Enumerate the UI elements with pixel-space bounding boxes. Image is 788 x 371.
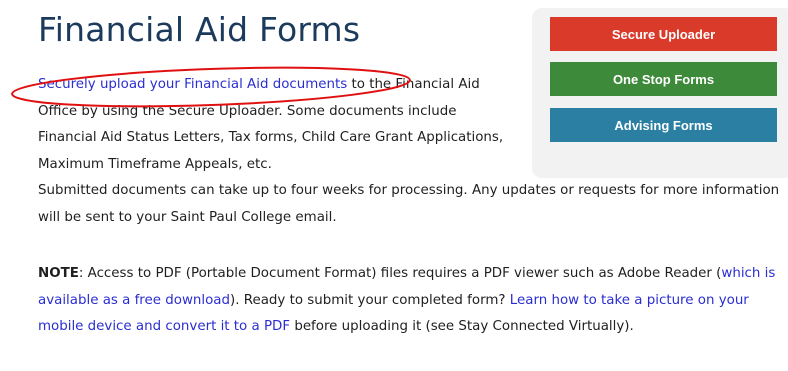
processing-text: Submitted documents can take up to four … xyxy=(38,183,780,225)
note-text-3: before uploading it (see Stay Connected … xyxy=(290,319,634,334)
page-title: Financial Aid Forms xyxy=(38,10,361,49)
note-paragraph: NOTE: Access to PDF (Portable Document F… xyxy=(38,261,788,341)
note-text-1: : Access to PDF (Portable Document Forma… xyxy=(78,266,722,281)
note-text-2: ). Ready to submit your completed form? xyxy=(230,292,510,308)
intro-narrow-block: Securely upload your Financial Aid docum… xyxy=(38,72,518,178)
note-label: NOTE xyxy=(38,266,79,281)
intro-paragraph: Securely upload your Financial Aid docum… xyxy=(38,72,788,231)
secure-upload-link[interactable]: Securely upload your Financial Aid docum… xyxy=(38,77,347,92)
secure-uploader-button[interactable]: Secure Uploader xyxy=(550,17,777,51)
